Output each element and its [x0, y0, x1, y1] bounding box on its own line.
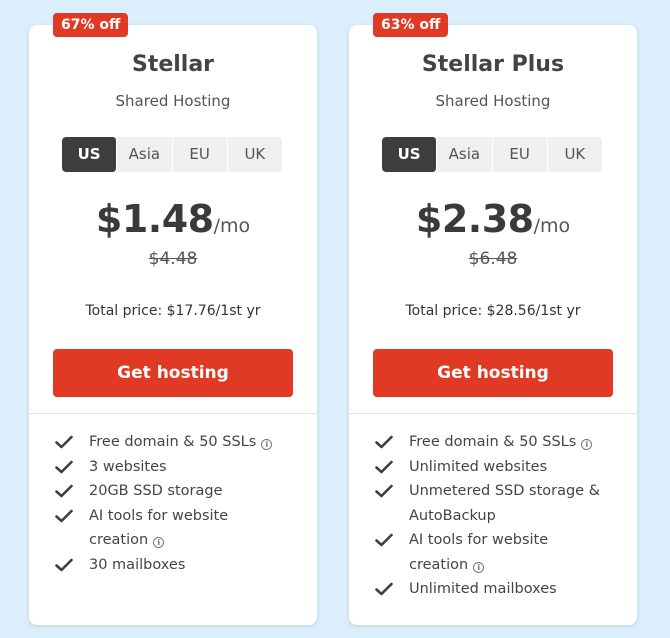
price-amount: $2.38 [415, 197, 534, 241]
feature-text: Free domain & 50 SSLs [89, 434, 257, 450]
region-tab-us[interactable]: US [62, 137, 118, 172]
total-price: Total price: $17.76/1st yr [85, 303, 261, 319]
info-icon[interactable]: i [581, 439, 593, 450]
feature-list: Free domain & 50 SSLs i 3 websites 20GB S… [55, 430, 305, 577]
plan-name: Stellar [131, 52, 215, 77]
region-tab-eu[interactable]: EU [173, 137, 228, 172]
check-icon [375, 528, 409, 553]
feature-item: Free domain & 50 SSLs i [55, 430, 305, 455]
feature-list: Free domain & 50 SSLs i Unlimited website… [375, 430, 625, 602]
plan-name: Stellar Plus [421, 52, 565, 77]
divider [349, 413, 637, 414]
feature-text: 3 websites [89, 458, 167, 475]
feature-item: 3 websites [55, 455, 305, 480]
check-icon [375, 577, 409, 602]
check-icon [55, 479, 89, 504]
discount-badge: 67% off [53, 13, 129, 37]
plan-type: Shared Hosting [435, 92, 551, 110]
region-selector: US Asia EU UK [62, 137, 282, 172]
price: $1.48/mo [29, 197, 317, 241]
old-price: $6.48 [468, 249, 518, 269]
total-price: Total price: $28.56/1st yr [405, 303, 581, 319]
feature-item: 30 mailboxes [55, 553, 305, 578]
feature-text: Unlimited websites [409, 458, 548, 475]
info-icon[interactable]: i [261, 439, 273, 450]
check-icon [55, 553, 89, 578]
feature-text: Free domain & 50 SSLs [409, 434, 577, 450]
check-icon [55, 430, 89, 455]
check-icon [375, 430, 409, 455]
check-icon [375, 455, 409, 480]
check-icon [55, 455, 89, 480]
feature-item: Unlimited mailboxes [375, 577, 625, 602]
info-icon[interactable]: i [153, 537, 165, 548]
check-icon [375, 479, 409, 504]
feature-item: Free domain & 50 SSLs i [375, 430, 625, 455]
feature-text: 20GB SSD storage [89, 483, 223, 499]
feature-item: Unlimited websites [375, 455, 625, 480]
plan-card-stellar: 67% off Stellar Shared Hosting US Asia E… [29, 13, 317, 625]
price-period: /mo [213, 215, 251, 237]
check-icon [55, 504, 89, 529]
get-hosting-button[interactable]: Get hosting [53, 349, 293, 397]
region-tab-eu[interactable]: EU [493, 137, 548, 172]
price-amount: $1.48 [95, 197, 214, 241]
feature-item: Unmetered SSD storage & AutoBackup [375, 479, 625, 528]
old-price: $4.48 [148, 249, 198, 269]
region-tab-uk[interactable]: UK [548, 137, 602, 172]
price-period: /mo [533, 215, 571, 237]
price: $2.38/mo [349, 197, 637, 241]
get-hosting-button[interactable]: Get hosting [373, 349, 613, 397]
feature-item: AI tools for website creation i [375, 528, 625, 577]
region-tab-uk[interactable]: UK [228, 137, 282, 172]
region-selector: US Asia EU UK [382, 137, 602, 172]
info-icon[interactable]: i [473, 561, 485, 573]
divider [29, 413, 317, 414]
region-tab-asia[interactable]: Asia [117, 137, 173, 172]
region-tab-asia[interactable]: Asia [437, 137, 493, 172]
discount-badge: 63% off [373, 13, 449, 37]
feature-item: 20GB SSD storage [55, 479, 305, 504]
feature-text: Unmetered SSD storage & AutoBackup [409, 483, 601, 524]
plan-card-stellar-plus: 63% off Stellar Plus Shared Hosting US A… [349, 13, 637, 625]
feature-text: Unlimited mailboxes [409, 581, 557, 597]
region-tab-us[interactable]: US [382, 137, 438, 172]
plan-type: Shared Hosting [115, 92, 231, 110]
feature-item: AI tools for website creation i [55, 504, 305, 553]
feature-text: 30 mailboxes [89, 556, 186, 573]
